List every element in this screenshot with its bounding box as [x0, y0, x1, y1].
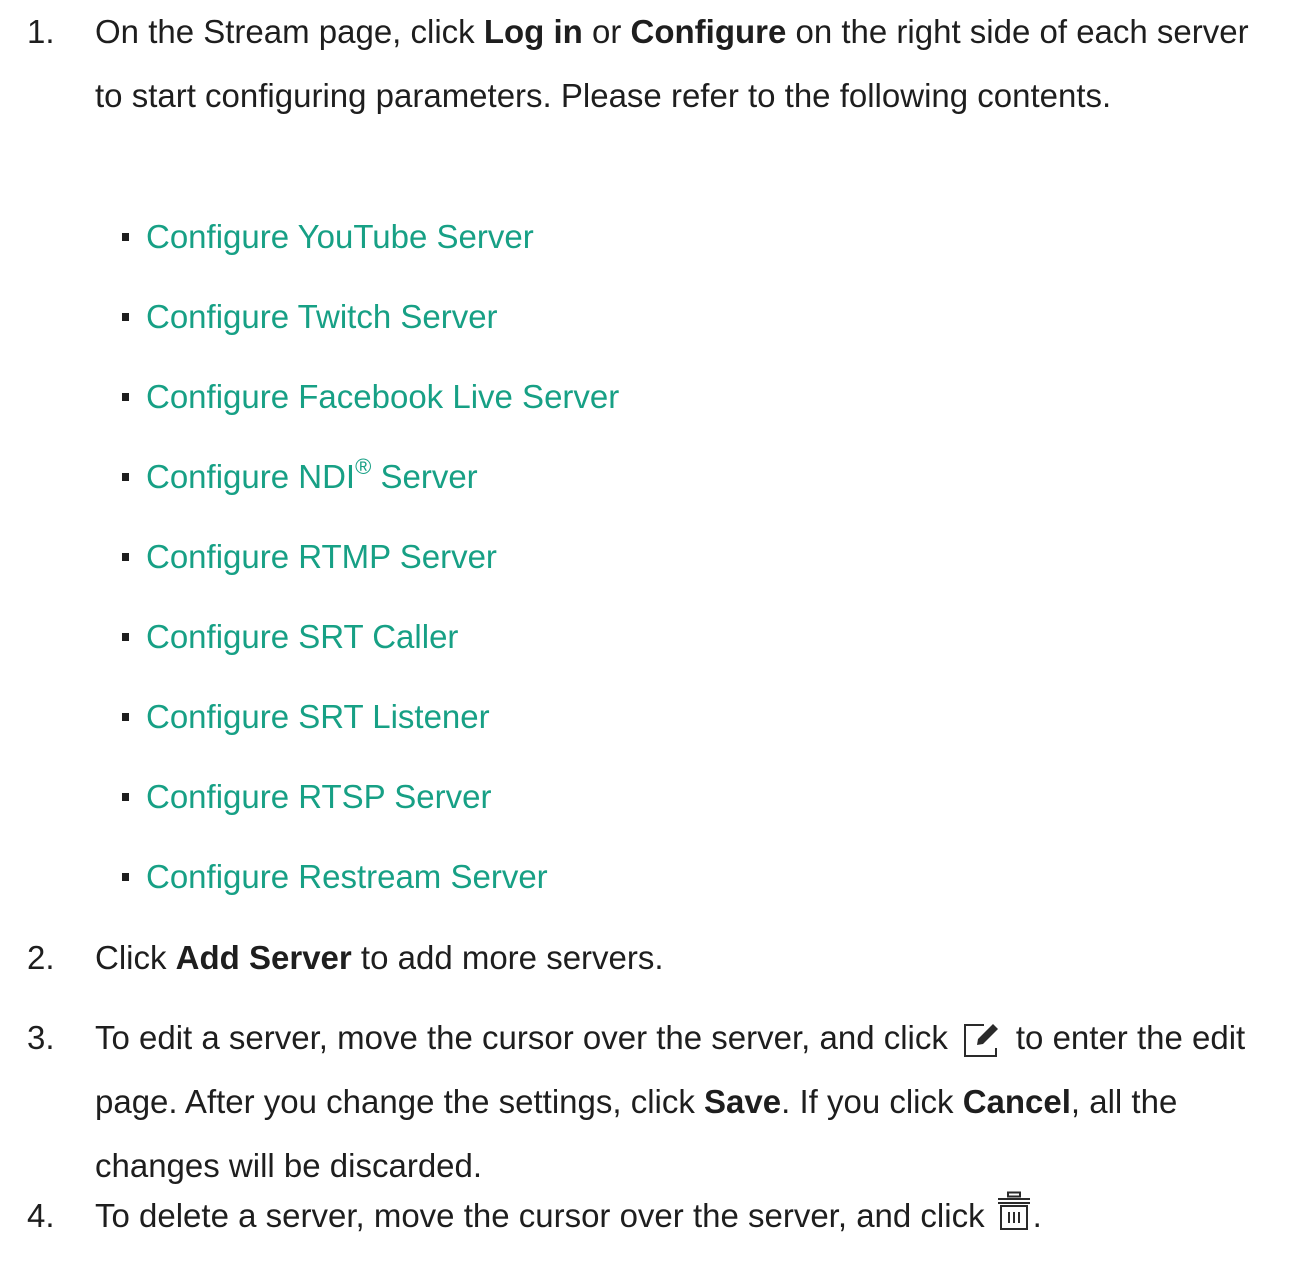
step-4: 4. To delete a server, move the cursor o… — [0, 1184, 1285, 1248]
log-in-label: Log in — [483, 13, 583, 50]
step-1: 1. On the Stream page, click Log in or C… — [0, 0, 1285, 128]
link-configure-srt-listener[interactable]: Configure SRT Listener — [146, 685, 490, 749]
link-configure-facebook-live[interactable]: Configure Facebook Live Server — [146, 365, 619, 429]
bullet-icon — [122, 873, 129, 881]
step-text: On the Stream page, click Log in or Conf… — [95, 13, 1249, 114]
bullet-icon — [122, 473, 129, 481]
step-text: To delete a server, move the cursor over… — [95, 1184, 1285, 1248]
registered-mark: ® — [355, 454, 372, 479]
bullet-icon — [122, 633, 129, 641]
step-number: 3. — [27, 1019, 55, 1056]
bullet-icon — [122, 713, 129, 721]
bullet-icon — [122, 313, 129, 321]
link-configure-youtube[interactable]: Configure YouTube Server — [146, 205, 534, 269]
step-number: 1. — [27, 13, 55, 50]
step-3: 3. To edit a server, move the cursor ove… — [0, 1006, 1285, 1198]
save-label: Save — [704, 1083, 782, 1120]
link-configure-ndi[interactable]: Configure NDI® Server — [146, 445, 478, 509]
link-configure-srt-caller[interactable]: Configure SRT Caller — [146, 605, 458, 669]
link-configure-restream[interactable]: Configure Restream Server — [146, 845, 548, 909]
bullet-icon — [122, 793, 129, 801]
bullet-icon — [122, 553, 129, 561]
link-configure-rtmp[interactable]: Configure RTMP Server — [146, 525, 497, 589]
edit-icon — [962, 1016, 1002, 1058]
link-configure-rtsp[interactable]: Configure RTSP Server — [146, 765, 491, 829]
bullet-icon — [122, 393, 129, 401]
configure-label: Configure — [630, 13, 787, 50]
step-2: 2. Click Add Server to add more servers. — [0, 926, 1285, 990]
document-page: 1. On the Stream page, click Log in or C… — [0, 0, 1303, 1264]
add-server-label: Add Server — [175, 939, 352, 976]
trash-icon — [997, 1188, 1031, 1231]
cancel-label: Cancel — [962, 1083, 1071, 1120]
step-text: To edit a server, move the cursor over t… — [95, 1006, 1285, 1198]
step-number: 2. — [27, 939, 55, 976]
step-number: 4. — [27, 1197, 55, 1234]
step-text: Click Add Server to add more servers. — [95, 939, 664, 976]
link-configure-twitch[interactable]: Configure Twitch Server — [146, 285, 498, 349]
bullet-icon — [122, 233, 129, 241]
